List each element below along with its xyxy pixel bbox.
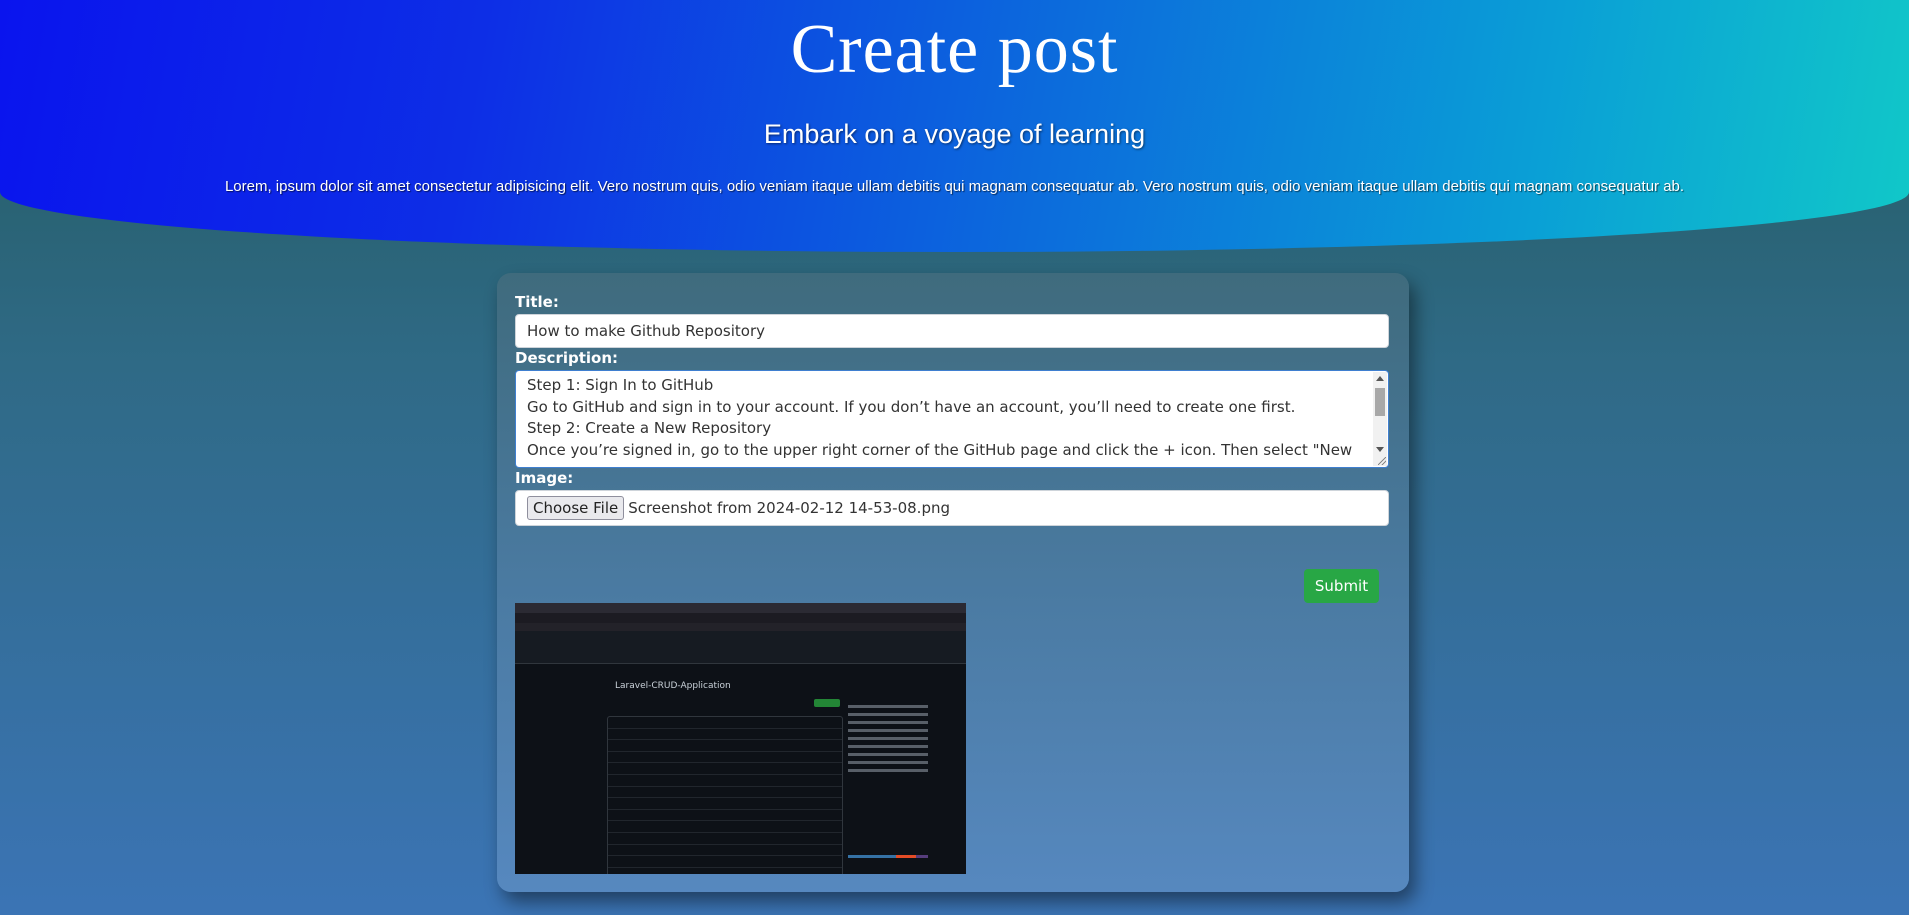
description-scrollbar[interactable] — [1373, 372, 1387, 466]
hero-description: Lorem, ipsum dolor sit amet consectetur … — [224, 178, 1685, 195]
title-input[interactable]: How to make Github Repository — [515, 314, 1389, 348]
preview-url-bar — [515, 613, 966, 623]
page-subtitle: Embark on a voyage of learning — [763, 119, 1146, 149]
preview-bookmarks-bar — [515, 623, 966, 631]
choose-file-button[interactable]: Choose File — [527, 496, 625, 520]
preview-about-sidebar — [848, 700, 928, 870]
scroll-thumb[interactable] — [1375, 388, 1385, 416]
hero-banner: Create post Embark on a voyage of learni… — [0, 0, 1909, 252]
image-preview: Laravel-CRUD-Application — [515, 603, 966, 874]
selected-file-name: Screenshot from 2024-02-12 14-53-08.png — [628, 499, 950, 517]
description-line: Step 1: Sign In to GitHub — [527, 376, 714, 394]
description-textarea[interactable]: Step 1: Sign In to GitHub Go to GitHub a… — [515, 370, 1389, 468]
resize-grip-icon[interactable] — [1378, 457, 1386, 465]
create-post-form: Title: How to make Github Repository Des… — [497, 273, 1409, 892]
preview-language-bar — [848, 855, 928, 858]
title-label: Title: — [515, 293, 559, 311]
description-line: Step 2: Create a New Repository — [527, 419, 772, 438]
scroll-down-arrow-icon[interactable] — [1376, 447, 1384, 452]
page-title: Create post — [790, 11, 1119, 88]
image-label: Image: — [515, 469, 574, 487]
image-file-input[interactable]: Choose File Screenshot from 2024-02-12 1… — [515, 490, 1389, 526]
description-label: Description: — [515, 349, 619, 367]
preview-code-button — [814, 699, 840, 707]
preview-file-table — [607, 716, 843, 874]
description-line: Once you’re signed in, go to the upper r… — [527, 440, 1353, 459]
submit-button[interactable]: Submit — [1304, 569, 1379, 603]
description-line: Go to GitHub and sign in to your account… — [527, 397, 1296, 416]
scroll-up-arrow-icon[interactable] — [1376, 376, 1384, 381]
preview-github-header — [515, 631, 966, 664]
preview-browser-tabs — [515, 603, 966, 613]
preview-repo-name: Laravel-CRUD-Application — [615, 681, 731, 691]
